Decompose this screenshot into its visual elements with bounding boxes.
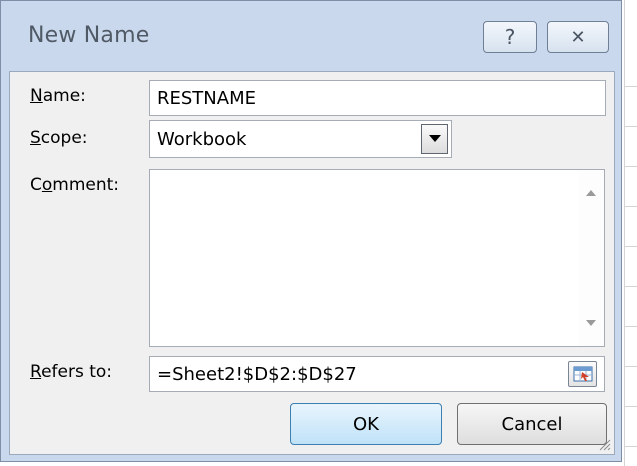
resize-grip-icon[interactable] (597, 437, 611, 451)
dialog-title: New Name (28, 23, 150, 48)
scroll-down-icon[interactable] (586, 320, 596, 326)
scope-dropdown[interactable]: Workbook (149, 120, 452, 158)
comment-textarea[interactable] (149, 169, 605, 347)
scope-value: Workbook (157, 129, 247, 150)
scope-label: Scope: (30, 128, 88, 148)
help-button[interactable]: ? (483, 21, 537, 53)
worksheet-background (624, 0, 637, 466)
close-button[interactable]: ✕ (547, 21, 609, 53)
chevron-down-icon[interactable] (421, 124, 448, 154)
cancel-button[interactable]: Cancel (457, 403, 607, 445)
close-icon: ✕ (570, 26, 586, 48)
refers-to-label: Refers to: (30, 362, 113, 382)
ok-button[interactable]: OK (290, 403, 442, 445)
name-label: Name: (30, 86, 86, 106)
comment-label: Comment: (30, 175, 120, 195)
help-icon: ? (504, 25, 516, 49)
scroll-up-icon[interactable] (586, 190, 596, 196)
refers-to-input[interactable]: =Sheet2!$D$2:$D$27 (149, 356, 605, 392)
comment-scrollbar[interactable] (578, 170, 604, 346)
refers-to-value: =Sheet2!$D$2:$D$27 (157, 363, 357, 385)
new-name-dialog: New Name ? ✕ Name: RESTNAME Scope: Workb… (0, 0, 622, 462)
dialog-client-area: Name: RESTNAME Scope: Workbook Comment: … (9, 71, 615, 455)
name-input[interactable]: RESTNAME (149, 80, 606, 116)
range-picker-icon (573, 366, 592, 382)
range-picker-button[interactable] (568, 361, 597, 387)
